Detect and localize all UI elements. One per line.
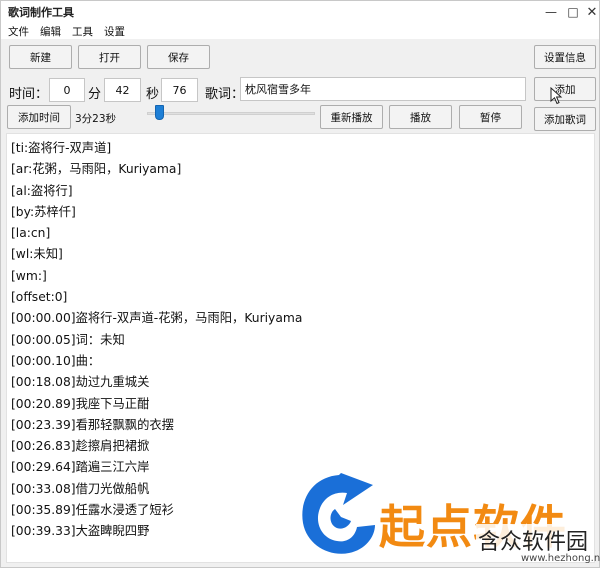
menu-edit[interactable]: 编辑 bbox=[40, 24, 61, 39]
minutes-field[interactable]: 0 bbox=[49, 78, 85, 102]
lyric-line: [00:23.39]看那轻飘飘的衣摆 bbox=[11, 417, 174, 432]
new-button[interactable]: 新建 bbox=[9, 45, 72, 69]
lyric-line: [wm:] bbox=[11, 268, 47, 283]
lyric-line: [la:cn] bbox=[11, 226, 51, 241]
add-time-button[interactable]: 添加时间 bbox=[7, 105, 71, 129]
lyric-line: [00:00.00]盗将行-双声道-花粥，马雨阳，Kuriyama bbox=[11, 311, 303, 326]
lyric-line: [00:20.89]我座下马正酣 bbox=[11, 396, 150, 411]
watermark-site-url: www.hezhong.net bbox=[521, 553, 600, 564]
lyric-line: [00:00.10]曲： bbox=[11, 353, 101, 368]
settings-info-button[interactable]: 设置信息 bbox=[534, 45, 596, 69]
minimize-icon[interactable]: — bbox=[542, 4, 560, 20]
lyric-label: 歌词： bbox=[205, 87, 245, 102]
seconds-unit-label: 秒 bbox=[146, 87, 160, 102]
lyric-line: [ar:花粥，马雨阳，Kuriyama] bbox=[11, 162, 182, 177]
title-bar: 歌词制作工具 — □ ✕ bbox=[1, 1, 599, 23]
window-title: 歌词制作工具 bbox=[8, 6, 74, 19]
watermark-logo-icon bbox=[302, 473, 375, 554]
app-window: 歌词制作工具 — □ ✕ 文件 编辑 工具 设置 新建 打开 保存 设置信息 时… bbox=[0, 0, 600, 568]
progress-slider-track[interactable] bbox=[147, 112, 315, 115]
lyric-line: [00:18.08]劫过九重城关 bbox=[11, 375, 150, 390]
lyric-line: [offset:0] bbox=[11, 290, 68, 305]
open-button[interactable]: 打开 bbox=[78, 45, 141, 69]
lyric-line: [al:盗将行] bbox=[11, 183, 73, 198]
menu-tools[interactable]: 工具 bbox=[72, 24, 93, 39]
progress-slider-thumb[interactable] bbox=[154, 105, 164, 120]
time-label: 时间： bbox=[9, 87, 49, 102]
hundredths-field[interactable]: 76 bbox=[161, 78, 198, 102]
add-lyric-button[interactable]: 添加歌词 bbox=[534, 107, 596, 131]
maximize-icon[interactable]: □ bbox=[564, 4, 582, 20]
minutes-unit-label: 分 bbox=[88, 87, 102, 102]
play-button[interactable]: 播放 bbox=[389, 105, 452, 129]
pause-button[interactable]: 暂停 bbox=[459, 105, 522, 129]
lyric-line: [00:26.83]趁擦肩把裙掀 bbox=[11, 439, 150, 454]
lyric-line: [wl:未知] bbox=[11, 247, 63, 262]
menu-file[interactable]: 文件 bbox=[8, 24, 29, 39]
add-button[interactable]: 添加 bbox=[534, 77, 596, 101]
watermark-site-name: 含众软件园 bbox=[476, 524, 591, 556]
lyric-input[interactable]: 枕风宿雪多年 bbox=[240, 77, 526, 101]
close-icon[interactable]: ✕ bbox=[583, 4, 600, 20]
elapsed-time: 3分23秒 bbox=[75, 113, 117, 125]
save-button[interactable]: 保存 bbox=[147, 45, 210, 69]
menu-bar: 文件 编辑 工具 设置 bbox=[1, 23, 599, 39]
lyric-line: [by:苏梓仟] bbox=[11, 204, 76, 219]
lyric-line: [00:00.05]词：未知 bbox=[11, 332, 125, 347]
menu-settings[interactable]: 设置 bbox=[104, 24, 125, 39]
seconds-field[interactable]: 42 bbox=[104, 78, 141, 102]
lyric-line: [ti:盗将行-双声道] bbox=[11, 141, 112, 155]
replay-button[interactable]: 重新播放 bbox=[320, 105, 383, 129]
mouse-cursor-icon bbox=[550, 87, 563, 105]
